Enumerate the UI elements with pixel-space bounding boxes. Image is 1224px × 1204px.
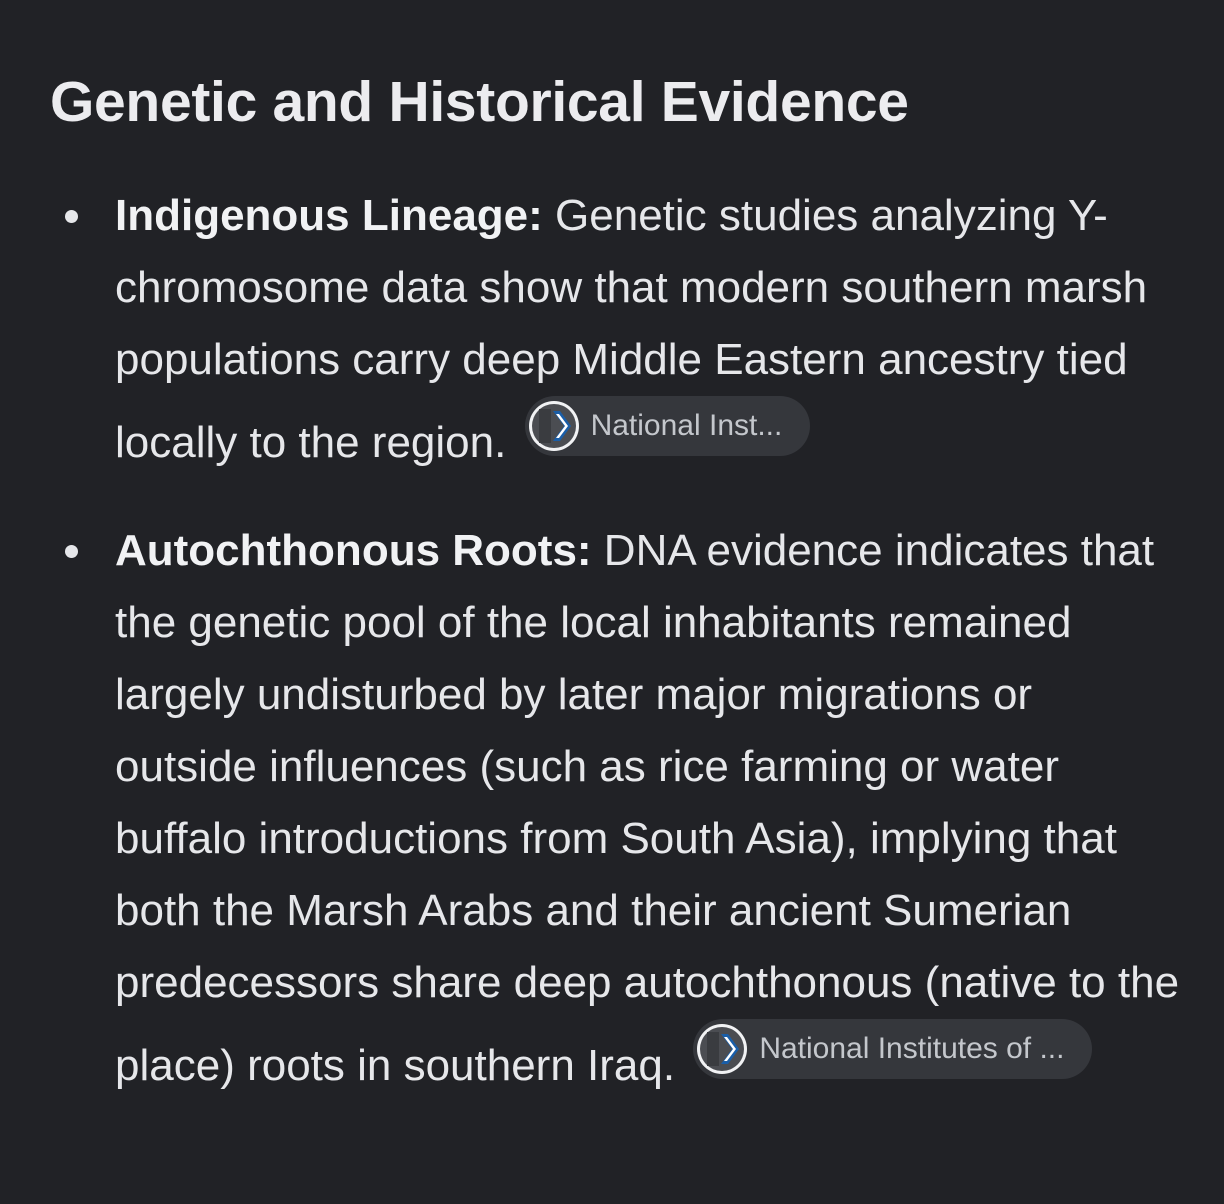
evidence-list: Indigenous Lineage: Genetic studies anal… <box>50 180 1184 1102</box>
bullet-point <box>65 210 78 223</box>
source-chip-label: National Institutes of ... <box>759 1032 1065 1065</box>
ncbi-logo-icon <box>528 401 579 451</box>
list-item: Indigenous Lineage: Genetic studies anal… <box>50 180 1184 479</box>
list-item: Autochthonous Roots: DNA evidence indica… <box>50 515 1184 1102</box>
source-chip-ncbi[interactable]: National Inst... <box>524 396 811 456</box>
bullet-point <box>65 545 78 558</box>
response-content: Genetic and Historical Evidence Indigeno… <box>0 0 1224 1102</box>
item-term: Indigenous Lineage: <box>115 191 543 240</box>
source-chip-label: National Inst... <box>590 409 783 442</box>
source-chip-ncbi[interactable]: National Institutes of ... <box>693 1019 1093 1079</box>
item-text: DNA evidence indicates that the genetic … <box>115 526 1180 1090</box>
section-title: Genetic and Historical Evidence <box>50 70 909 134</box>
item-term: Autochthonous Roots: <box>115 526 592 575</box>
ncbi-logo-icon <box>697 1024 748 1074</box>
